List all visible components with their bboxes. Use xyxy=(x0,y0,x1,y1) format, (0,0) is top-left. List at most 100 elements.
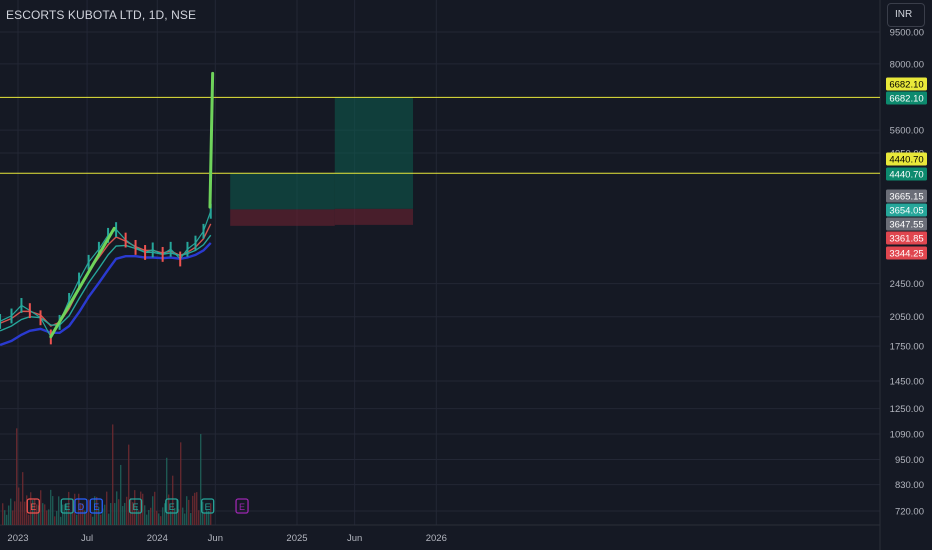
y-tick-label: 5600.00 xyxy=(890,126,924,137)
volume-bar xyxy=(188,499,190,525)
volume-bar xyxy=(186,496,188,525)
y-tick-label: 9500.00 xyxy=(890,28,924,39)
x-tick-label: Jun xyxy=(347,533,362,544)
currency-button[interactable]: INR xyxy=(887,3,925,27)
volume-bar xyxy=(10,498,12,525)
volume-bar xyxy=(100,514,102,525)
event-marker-label: E xyxy=(169,502,175,512)
volume-bar xyxy=(154,491,156,525)
stop-zone xyxy=(334,208,414,225)
volume-bar xyxy=(112,424,114,525)
volume-bar xyxy=(86,513,88,525)
volume-bar xyxy=(152,496,154,525)
event-marker-label: E xyxy=(30,502,36,512)
y-tick-label: 830.00 xyxy=(895,480,924,491)
volume-bar xyxy=(120,464,122,525)
volume-bar xyxy=(50,489,52,525)
volume-bar xyxy=(12,510,14,525)
y-tick-label: 720.00 xyxy=(895,507,924,518)
volume-bar xyxy=(24,501,26,525)
trend-line xyxy=(49,226,116,339)
price-series xyxy=(0,203,212,347)
volume-bar xyxy=(6,514,8,525)
volume-bar xyxy=(144,505,146,525)
price-label: 3654.05 xyxy=(889,206,923,217)
stop-zone xyxy=(230,209,335,226)
price-label: 6682.10 xyxy=(889,80,923,91)
volume-bar xyxy=(104,504,106,525)
volume-bar xyxy=(198,510,200,525)
volume-bar xyxy=(192,495,194,525)
price-label: 3361.85 xyxy=(889,234,923,245)
volume-bar xyxy=(4,510,6,525)
volume-bar xyxy=(46,510,48,525)
y-tick-label: 2450.00 xyxy=(890,279,924,290)
volume-bar xyxy=(22,472,24,525)
price-label: 3665.15 xyxy=(889,192,923,203)
event-marker-label: E xyxy=(239,502,245,512)
y-tick-label: 1090.00 xyxy=(890,430,924,441)
volume-bar xyxy=(16,428,18,525)
volume-bar xyxy=(166,457,168,525)
x-tick-label: 2023 xyxy=(7,533,28,544)
volume-bar xyxy=(60,516,62,525)
volume-bar xyxy=(204,512,206,525)
volume-bar xyxy=(110,503,112,525)
volume-bar xyxy=(44,504,46,525)
price-label: 3344.25 xyxy=(889,249,923,260)
price-label: 6682.10 xyxy=(889,94,923,105)
y-tick-label: 950.00 xyxy=(895,455,924,466)
chart-grid xyxy=(0,0,881,550)
y-tick-label: 1250.00 xyxy=(890,404,924,415)
volume-bar xyxy=(162,507,164,525)
position-zones xyxy=(230,97,414,226)
horizontal-levels xyxy=(0,96,880,174)
x-tick-label: Jun xyxy=(208,533,223,544)
volume-bar xyxy=(54,516,56,525)
volume-bar xyxy=(156,510,158,525)
volume-bar xyxy=(58,496,60,525)
volume-bar xyxy=(92,516,94,525)
volume-bar xyxy=(180,442,182,525)
y-tick-label: 2050.00 xyxy=(890,312,924,323)
x-tick-label: 2026 xyxy=(426,533,447,544)
event-marker-label: E xyxy=(133,502,139,512)
volume-bar xyxy=(116,491,118,525)
volume-bar xyxy=(42,503,44,525)
volume-bar xyxy=(184,513,186,525)
volume-bar xyxy=(76,514,78,525)
y-tick-label: 8000.00 xyxy=(890,59,924,70)
target-zone xyxy=(334,97,414,209)
volume-bar xyxy=(150,507,152,525)
x-axis: 2023 Jul 2024 Jun 2025 Jun 2026 xyxy=(7,533,446,544)
trend-line xyxy=(208,71,215,209)
volume-bar xyxy=(88,499,90,525)
price-chart[interactable]: EEDEEEEE 2023 Jul 2024 Jun 2025 Jun 2026 9500.… xyxy=(0,0,932,550)
price-label: 3647.55 xyxy=(889,220,923,231)
volume-bar xyxy=(142,493,144,525)
volume-bar xyxy=(56,510,58,525)
volume-bar xyxy=(14,501,16,525)
price-label: 4440.70 xyxy=(889,170,923,181)
volume-bar xyxy=(118,499,120,525)
target-zone xyxy=(230,173,335,210)
volume-bar xyxy=(28,514,30,525)
volume-bar xyxy=(122,506,124,525)
volume-bar xyxy=(62,504,64,525)
volume-bar xyxy=(8,505,10,525)
volume-bar xyxy=(190,513,192,525)
volume-bar xyxy=(194,492,196,525)
x-tick-label: Jul xyxy=(81,533,93,544)
volume-bar xyxy=(2,503,4,525)
x-tick-label: 2024 xyxy=(147,533,168,544)
volume-bar xyxy=(146,514,148,525)
event-marker-label: D xyxy=(78,502,85,512)
event-marker-label: E xyxy=(93,502,99,512)
volume-bar xyxy=(48,509,50,525)
volume-bar xyxy=(18,487,20,525)
trend-lines xyxy=(49,71,215,339)
volume-bar xyxy=(114,503,116,525)
volume-bar xyxy=(160,516,162,525)
volume-bar xyxy=(52,496,54,525)
symbol-title: ESCORTS KUBOTA LTD, 1D, NSE xyxy=(6,8,197,22)
